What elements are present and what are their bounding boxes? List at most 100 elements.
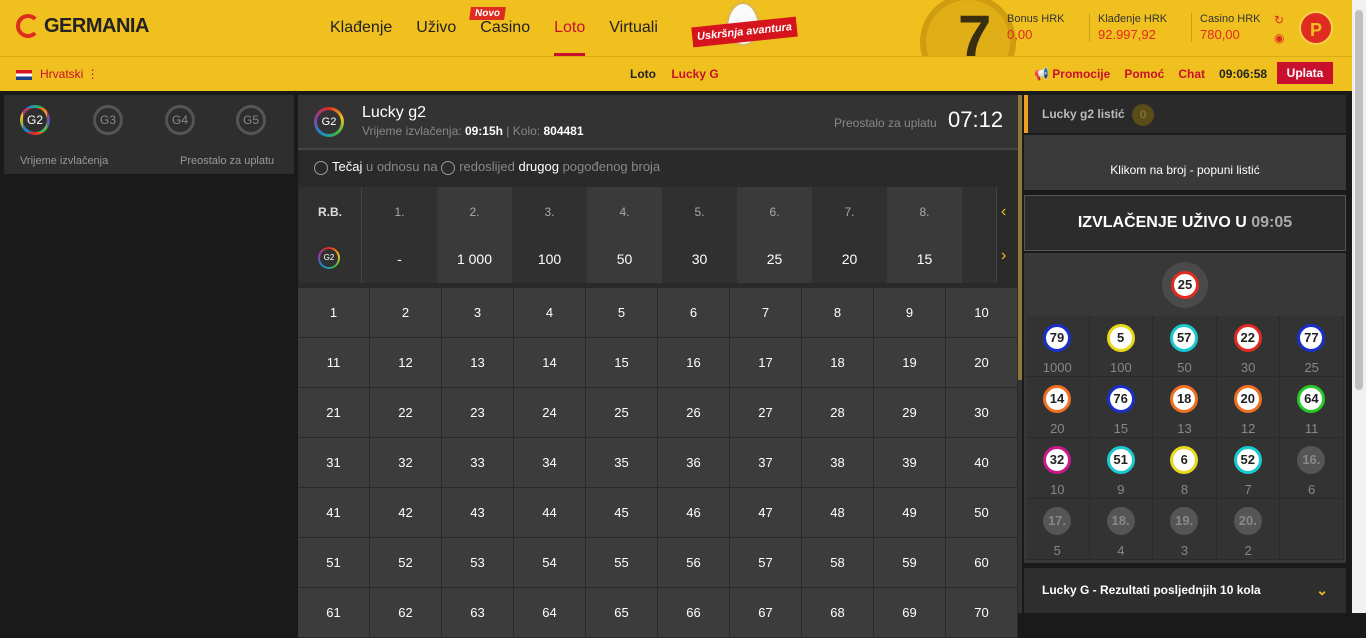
number-cell[interactable]: 39 [874, 438, 946, 488]
game-g5-icon[interactable]: G5 [236, 105, 266, 135]
number-cell[interactable]: 17 [730, 338, 802, 388]
number-cell[interactable]: 10 [946, 288, 1018, 338]
promo-egg-banner[interactable]: Uskršnja avantura [691, 4, 798, 52]
number-cell[interactable]: 53 [442, 538, 514, 588]
number-cell[interactable]: 26 [658, 388, 730, 438]
nav-virtuali[interactable]: Virtuali [609, 0, 670, 56]
number-cell[interactable]: 21 [298, 388, 370, 438]
number-cell[interactable]: 1 [298, 288, 370, 338]
number-cell[interactable]: 29 [874, 388, 946, 438]
pomoc-link[interactable]: Pomoć [1124, 67, 1164, 81]
order-radio[interactable] [441, 160, 456, 175]
number-cell[interactable]: 30 [946, 388, 1018, 438]
number-cell[interactable]: 28 [802, 388, 874, 438]
last-results-toggle[interactable]: ⌄ Lucky G - Rezultati posljednjih 10 kol… [1024, 568, 1346, 613]
number-cell[interactable]: 37 [730, 438, 802, 488]
promocije-link[interactable]: 📢 Promocije [1034, 67, 1110, 81]
number-cell[interactable]: 32 [370, 438, 442, 488]
number-cell[interactable]: 40 [946, 438, 1018, 488]
number-cell[interactable]: 54 [514, 538, 586, 588]
number-cell[interactable]: 68 [802, 588, 874, 638]
number-cell[interactable]: 6 [658, 288, 730, 338]
number-cell[interactable]: 35 [586, 438, 658, 488]
number-cell[interactable]: 66 [658, 588, 730, 638]
panel-scrollbar[interactable] [1018, 95, 1022, 613]
number-cell[interactable]: 50 [946, 488, 1018, 538]
number-cell[interactable]: 19 [874, 338, 946, 388]
number-cell[interactable]: 46 [658, 488, 730, 538]
number-cell[interactable]: 61 [298, 588, 370, 638]
number-cell[interactable]: 38 [802, 438, 874, 488]
number-cell[interactable]: 56 [658, 538, 730, 588]
number-cell[interactable]: 16 [658, 338, 730, 388]
germania-logo[interactable]: GERMANIA [16, 14, 149, 38]
number-cell[interactable]: 31 [298, 438, 370, 488]
number-cell[interactable]: 41 [298, 488, 370, 538]
breadcrumb-loto[interactable]: Loto [630, 67, 656, 81]
number-cell[interactable]: 51 [298, 538, 370, 588]
number-cell[interactable]: 11 [298, 338, 370, 388]
number-cell[interactable]: 52 [370, 538, 442, 588]
number-cell[interactable]: 5 [586, 288, 658, 338]
number-cell[interactable]: 42 [370, 488, 442, 538]
language-select[interactable]: Hrvatski ⋮ [40, 67, 99, 81]
number-cell[interactable]: 34 [514, 438, 586, 488]
number-cell[interactable]: 36 [658, 438, 730, 488]
number-cell[interactable]: 3 [442, 288, 514, 338]
number-cell[interactable]: 55 [586, 538, 658, 588]
number-cell[interactable]: 49 [874, 488, 946, 538]
number-cell[interactable]: 48 [802, 488, 874, 538]
number-cell[interactable]: 33 [442, 438, 514, 488]
number-cell[interactable]: 57 [730, 538, 802, 588]
page-scrollbar[interactable] [1352, 0, 1366, 613]
profile-avatar[interactable]: P [1299, 11, 1333, 45]
chevron-right-icon[interactable]: › [1001, 247, 1006, 265]
number-cell[interactable]: 13 [442, 338, 514, 388]
number-cell[interactable]: 12 [370, 338, 442, 388]
refresh-icon[interactable]: ↻ [1274, 11, 1284, 29]
game-g3-icon[interactable]: G3 [93, 105, 123, 135]
number-cell[interactable]: 8 [802, 288, 874, 338]
number-cell[interactable]: 47 [730, 488, 802, 538]
number-cell[interactable]: 14 [514, 338, 586, 388]
number-cell[interactable]: 70 [946, 588, 1018, 638]
number-cell[interactable]: 58 [802, 538, 874, 588]
number-cell[interactable]: 63 [442, 588, 514, 638]
nav-loto[interactable]: Loto [554, 0, 597, 56]
eye-hidden-icon[interactable]: ◉ [1274, 29, 1284, 47]
number-cell[interactable]: 20 [946, 338, 1018, 388]
number-cell[interactable]: 18 [802, 338, 874, 388]
number-cell[interactable]: 45 [586, 488, 658, 538]
odds-radio[interactable] [314, 160, 328, 175]
game-g4-icon[interactable]: G4 [165, 105, 195, 135]
chat-link[interactable]: Chat [1178, 67, 1205, 81]
number-cell[interactable]: 4 [514, 288, 586, 338]
number-cell[interactable]: 62 [370, 588, 442, 638]
slip-header[interactable]: Lucky g2 listić 0 [1024, 95, 1346, 133]
number-cell[interactable]: 64 [514, 588, 586, 638]
number-cell[interactable]: 15 [586, 338, 658, 388]
number-cell[interactable]: 2 [370, 288, 442, 338]
bonus-balance[interactable]: Bonus HRK 0,00 [1007, 13, 1064, 42]
betting-balance[interactable]: Klađenje HRK 92.997,92 [1089, 13, 1167, 42]
number-cell[interactable]: 65 [586, 588, 658, 638]
number-cell[interactable]: 22 [370, 388, 442, 438]
casino-balance[interactable]: Casino HRK 780,00 [1191, 13, 1261, 42]
number-cell[interactable]: 59 [874, 538, 946, 588]
deposit-button[interactable]: Uplata [1277, 62, 1333, 84]
number-cell[interactable]: 67 [730, 588, 802, 638]
number-cell[interactable]: 60 [946, 538, 1018, 588]
number-cell[interactable]: 9 [874, 288, 946, 338]
game-g2-icon[interactable]: G2 [20, 105, 50, 135]
chevron-left-icon[interactable]: ‹ [1001, 203, 1006, 221]
number-cell[interactable]: 24 [514, 388, 586, 438]
nav-kladenje[interactable]: Klađenje [330, 0, 404, 56]
breadcrumb-lucky-g[interactable]: Lucky G [671, 67, 718, 81]
number-cell[interactable]: 69 [874, 588, 946, 638]
number-cell[interactable]: 23 [442, 388, 514, 438]
number-cell[interactable]: 7 [730, 288, 802, 338]
number-cell[interactable]: 25 [586, 388, 658, 438]
number-cell[interactable]: 43 [442, 488, 514, 538]
number-cell[interactable]: 44 [514, 488, 586, 538]
nav-uzivo[interactable]: Uživo [416, 0, 468, 56]
